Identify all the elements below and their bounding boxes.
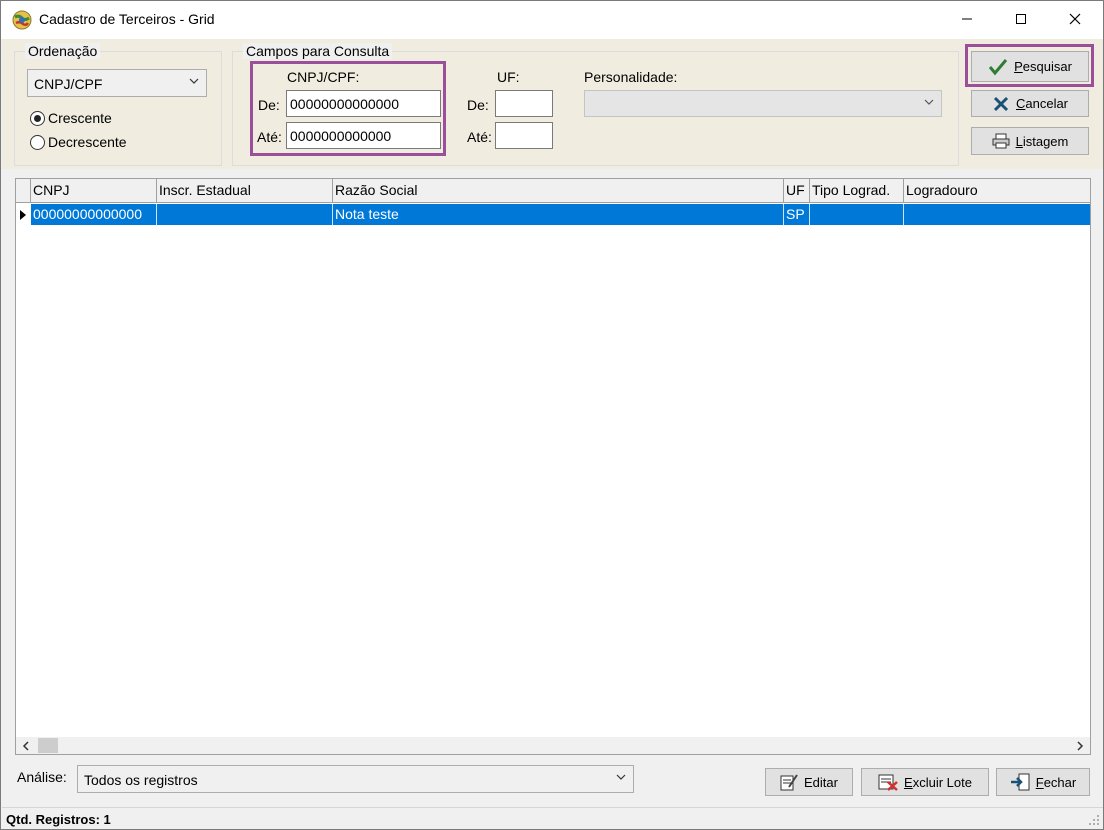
radio-crescente[interactable]: Crescente xyxy=(30,110,112,126)
chevron-down-icon xyxy=(616,774,626,780)
ordenacao-select-value: CNPJ/CPF xyxy=(34,76,103,92)
delete-icon xyxy=(878,774,898,791)
cell-razao-social[interactable]: Nota teste xyxy=(333,204,784,225)
row-pointer-icon xyxy=(16,204,30,225)
edit-icon xyxy=(780,774,798,791)
resize-grip-icon[interactable] xyxy=(1088,814,1100,826)
listagem-button[interactable]: Listagem xyxy=(971,127,1089,155)
app-globe-icon xyxy=(12,10,32,30)
uf-ate-label: Até: xyxy=(467,129,492,145)
scroll-left-icon[interactable] xyxy=(21,740,31,752)
minimize-button[interactable] xyxy=(939,1,995,37)
window: Cadastro de Terceiros - Grid Ordenação C… xyxy=(0,0,1104,830)
pesquisar-button[interactable]: Pesquisar xyxy=(971,51,1089,82)
check-icon xyxy=(988,58,1008,75)
ordenacao-select[interactable]: CNPJ/CPF xyxy=(27,69,207,97)
analise-label: Análise: xyxy=(17,769,67,785)
record-count: Qtd. Registros: 1 xyxy=(6,812,111,827)
title-bar: Cadastro de Terceiros - Grid xyxy=(1,1,1103,39)
cnpj-de-label: De: xyxy=(258,97,280,113)
cancelar-label: Cancelar xyxy=(1015,96,1069,111)
excluir-lote-label: Excluir Lote xyxy=(904,774,972,790)
analise-select[interactable]: Todos os registros xyxy=(77,765,634,793)
radio-decrescente-label: Decrescente xyxy=(48,134,127,150)
column-header-inscr-estadual[interactable]: Inscr. Estadual xyxy=(157,179,333,203)
ordenacao-title: Ordenação xyxy=(25,43,101,59)
radio-decrescente[interactable]: Decrescente xyxy=(30,134,127,150)
column-header-cnpj[interactable]: CNPJ xyxy=(31,179,157,203)
minimize-icon xyxy=(962,18,972,20)
maximize-button[interactable] xyxy=(993,1,1049,37)
chevron-down-icon xyxy=(924,99,934,105)
close-button[interactable] xyxy=(1047,1,1103,37)
fechar-label: Fechar xyxy=(1035,774,1077,790)
editar-button[interactable]: Editar xyxy=(765,768,853,796)
table-row[interactable]: 00000000000000 Nota teste SP xyxy=(16,204,1090,225)
cross-icon xyxy=(993,96,1009,111)
analise-select-value: Todos os registros xyxy=(84,772,198,788)
window-title: Cadastro de Terceiros - Grid xyxy=(39,11,215,27)
editar-label: Editar xyxy=(804,774,838,790)
pesquisar-label: Pesquisar xyxy=(1014,59,1072,74)
radio-decrescente-circle[interactable] xyxy=(30,134,45,150)
radio-crescente-circle[interactable] xyxy=(30,110,45,126)
status-bar: Qtd. Registros: 1 xyxy=(2,807,1103,829)
radio-selected-dot xyxy=(34,114,41,122)
grid-indicator-header xyxy=(16,179,31,203)
uf-de-input[interactable] xyxy=(495,90,553,117)
column-header-uf[interactable]: UF xyxy=(784,179,810,203)
column-header-razao-social[interactable]: Razão Social xyxy=(333,179,784,203)
uf-ate-input[interactable] xyxy=(495,122,553,149)
column-header-logradouro[interactable]: Logradouro xyxy=(904,179,1090,203)
uf-label: UF: xyxy=(497,69,520,85)
personalidade-label: Personalidade: xyxy=(584,69,678,85)
horizontal-scrollbar[interactable] xyxy=(16,737,1090,754)
personalidade-select[interactable] xyxy=(584,90,942,117)
cnpj-label: CNPJ/CPF: xyxy=(287,69,360,85)
listagem-label: Listagem xyxy=(1015,133,1069,149)
fechar-button[interactable]: Fechar xyxy=(996,768,1090,796)
chevron-down-icon xyxy=(189,78,199,84)
maximize-icon xyxy=(1016,14,1026,24)
cell-uf[interactable]: SP xyxy=(784,204,810,225)
column-header-tipo-lograd[interactable]: Tipo Lograd. xyxy=(810,179,904,203)
exit-icon xyxy=(1010,773,1030,791)
radio-crescente-label: Crescente xyxy=(48,110,112,126)
cell-tipo-lograd[interactable] xyxy=(810,204,904,225)
uf-de-label: De: xyxy=(467,97,489,113)
cnpj-de-input[interactable] xyxy=(286,90,441,117)
close-icon xyxy=(1069,13,1081,25)
cnpj-ate-input[interactable] xyxy=(286,122,441,149)
excluir-lote-button[interactable]: Excluir Lote xyxy=(861,768,989,796)
cell-cnpj[interactable]: 00000000000000 xyxy=(31,204,157,225)
cancelar-button[interactable]: Cancelar xyxy=(971,90,1089,117)
scroll-right-icon[interactable] xyxy=(1075,740,1085,752)
scrollbar-thumb[interactable] xyxy=(38,738,58,753)
cell-inscr-estadual[interactable] xyxy=(157,204,333,225)
campos-title: Campos para Consulta xyxy=(243,43,393,59)
results-grid[interactable]: CNPJ Inscr. Estadual Razão Social UF Tip… xyxy=(15,178,1091,755)
grid-header: CNPJ Inscr. Estadual Razão Social UF Tip… xyxy=(16,179,1090,203)
cnpj-ate-label: Até: xyxy=(257,129,282,145)
cell-logradouro[interactable] xyxy=(904,204,1090,225)
printer-icon xyxy=(992,133,1010,149)
